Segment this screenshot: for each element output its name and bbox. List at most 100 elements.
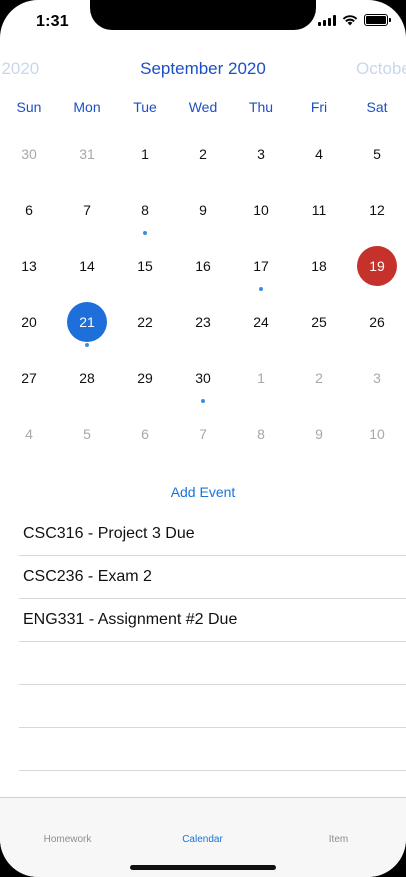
day-number: 15 (137, 258, 153, 274)
day-number: 16 (195, 258, 211, 274)
day-number: 4 (315, 146, 323, 162)
day-cell[interactable]: 17 (232, 238, 290, 294)
current-month-title: September 2020 (140, 59, 266, 78)
device-notch (90, 0, 316, 30)
day-cell[interactable]: 5 (348, 126, 406, 182)
day-number: 27 (21, 370, 37, 386)
event-row[interactable]: CSC236 - Exam 2 (19, 556, 406, 599)
day-cell[interactable]: 3 (232, 126, 290, 182)
empty-event-row (19, 642, 406, 685)
day-number: 9 (199, 202, 207, 218)
day-cell[interactable]: 9 (290, 406, 348, 462)
day-number: 31 (79, 146, 95, 162)
tab-calendar[interactable]: Calendar (135, 834, 270, 845)
day-cell[interactable]: 6 (116, 406, 174, 462)
day-cell[interactable]: 8 (232, 406, 290, 462)
day-cell[interactable]: 1 (116, 126, 174, 182)
day-cell[interactable]: 30 (0, 126, 58, 182)
day-cell[interactable]: 13 (0, 238, 58, 294)
day-number: 13 (21, 258, 37, 274)
day-number: 5 (83, 426, 91, 442)
day-cell[interactable]: 28 (58, 350, 116, 406)
day-cell[interactable]: 27 (0, 350, 58, 406)
day-number: 2 (315, 370, 323, 386)
day-number: 8 (141, 202, 149, 218)
tab-item[interactable]: Item (271, 834, 406, 845)
day-cell[interactable]: 24 (232, 294, 290, 350)
day-number: 2 (199, 146, 207, 162)
battery-icon (364, 14, 391, 26)
day-cell[interactable]: 15 (116, 238, 174, 294)
day-cell[interactable]: 9 (174, 182, 232, 238)
day-cell[interactable]: 23 (174, 294, 232, 350)
day-number: 25 (311, 314, 327, 330)
day-cell[interactable]: 4 (290, 126, 348, 182)
empty-event-row (19, 685, 406, 728)
day-cell[interactable]: 10 (232, 182, 290, 238)
home-indicator (130, 865, 276, 870)
day-cell[interactable]: 18 (290, 238, 348, 294)
day-cell-selected[interactable]: 21 (58, 294, 116, 350)
day-number: 3 (257, 146, 265, 162)
day-cell[interactable]: 2 (290, 350, 348, 406)
day-number: 7 (83, 202, 91, 218)
next-month-label[interactable]: Octobe (356, 59, 406, 79)
day-cell-today[interactable]: 19 (348, 238, 406, 294)
day-number: 1 (257, 370, 265, 386)
day-number: 4 (25, 426, 33, 442)
day-number: 11 (311, 202, 327, 218)
event-indicator-dot (85, 343, 89, 347)
day-cell[interactable]: 16 (174, 238, 232, 294)
day-cell[interactable]: 31 (58, 126, 116, 182)
day-number: 1 (141, 146, 149, 162)
day-cell[interactable]: 26 (348, 294, 406, 350)
day-number: 21 (67, 302, 107, 342)
day-cell[interactable]: 11 (290, 182, 348, 238)
day-number: 3 (373, 370, 381, 386)
day-cell[interactable]: 6 (0, 182, 58, 238)
day-cell[interactable]: 7 (174, 406, 232, 462)
day-cell[interactable]: 14 (58, 238, 116, 294)
add-event-button[interactable]: Add Event (0, 484, 406, 500)
day-cell[interactable]: 7 (58, 182, 116, 238)
day-number: 10 (253, 202, 269, 218)
weekday-label: Sat (366, 99, 388, 115)
empty-event-row (19, 728, 406, 771)
day-number: 5 (373, 146, 381, 162)
day-number: 12 (369, 202, 385, 218)
weekday-label: Thu (248, 99, 274, 115)
day-number: 7 (199, 426, 207, 442)
day-cell[interactable]: 10 (348, 406, 406, 462)
day-number: 28 (79, 370, 95, 386)
day-cell[interactable]: 25 (290, 294, 348, 350)
day-cell[interactable]: 12 (348, 182, 406, 238)
day-cell[interactable]: 5 (58, 406, 116, 462)
day-cell[interactable]: 29 (116, 350, 174, 406)
tab-homework[interactable]: Homework (0, 834, 135, 845)
day-cell[interactable]: 30 (174, 350, 232, 406)
signal-icon (318, 14, 336, 26)
event-row[interactable]: ENG331 - Assignment #2 Due (19, 599, 406, 642)
event-row[interactable]: CSC316 - Project 3 Due (19, 513, 406, 556)
weekday-label: Sun (16, 99, 42, 115)
day-cell[interactable]: 20 (0, 294, 58, 350)
month-header: t 2020 September 2020 Octobe (0, 56, 406, 82)
day-cell[interactable]: 4 (0, 406, 58, 462)
day-cell[interactable]: 2 (174, 126, 232, 182)
day-cell[interactable]: 8 (116, 182, 174, 238)
event-indicator-dot (259, 287, 263, 291)
day-cell[interactable]: 1 (232, 350, 290, 406)
day-number: 19 (357, 246, 397, 286)
day-number: 6 (25, 202, 33, 218)
day-number: 6 (141, 426, 149, 442)
day-number: 10 (369, 426, 385, 442)
event-list: CSC316 - Project 3 Due CSC236 - Exam 2 ENG… (19, 513, 406, 771)
day-cell[interactable]: 3 (348, 350, 406, 406)
day-number: 14 (79, 258, 95, 274)
day-cell[interactable]: 22 (116, 294, 174, 350)
day-number: 23 (195, 314, 211, 330)
event-indicator-dot (143, 231, 147, 235)
weekday-label: Mon (73, 99, 101, 115)
status-time: 1:31 (36, 13, 69, 30)
status-bar: 1:31 (0, 0, 406, 46)
